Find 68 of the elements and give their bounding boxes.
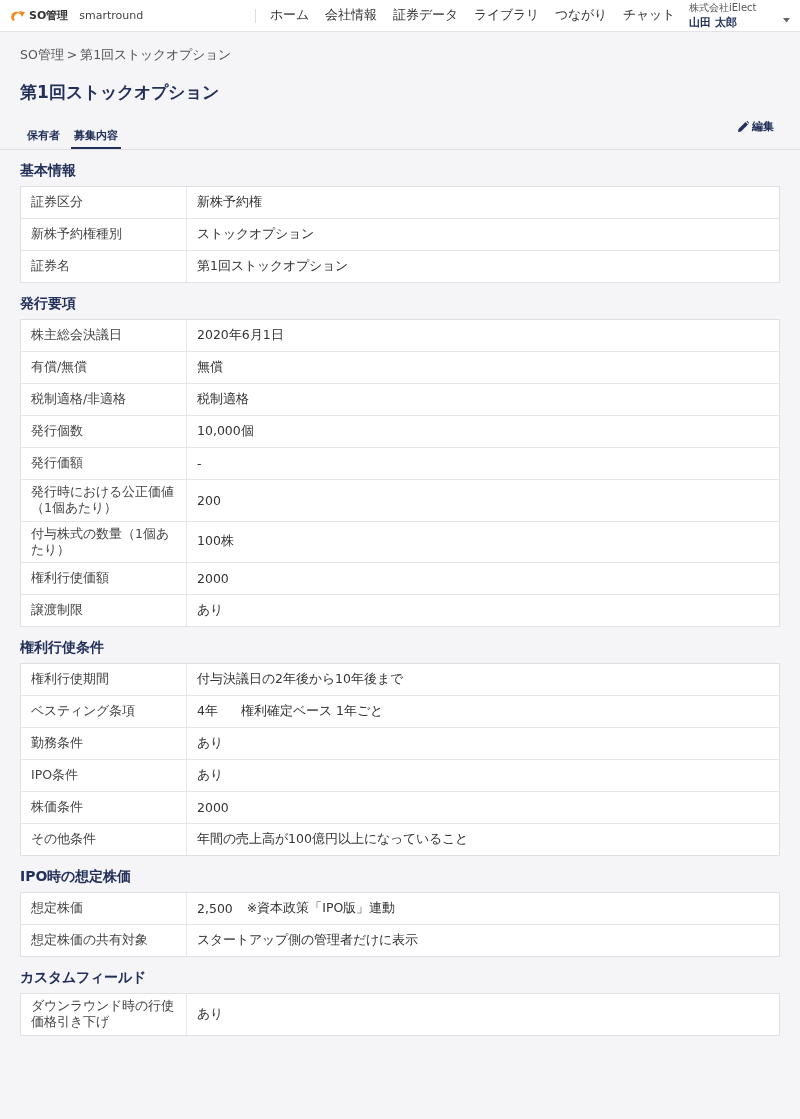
field-value: 年間の売上高が100億円以上になっていること (197, 831, 468, 848)
field-label: 譲渡制限 (21, 595, 187, 626)
field-label: 発行価額 (21, 448, 187, 479)
field-value: あり (197, 735, 224, 752)
field-value: 新株予約権 (197, 194, 262, 211)
page-title: 第1回ストックオプション (20, 81, 220, 104)
field-label: 証券名 (21, 251, 187, 282)
section-heading: 基本情報 (20, 162, 77, 180)
field-label: 有償/無償 (21, 352, 187, 383)
nav-link[interactable]: 会社情報 (317, 7, 385, 24)
field-value: あり (197, 1005, 224, 1023)
field-value: あり (197, 602, 224, 619)
field-value: 2020年6月1日 (197, 327, 284, 344)
field-value: 4年 (197, 703, 219, 720)
nav-link[interactable]: チャット (615, 7, 683, 24)
breadcrumb-item[interactable]: SO管理 (20, 47, 64, 64)
field-label: 税制適格/非適格 (21, 384, 187, 415)
brand-name: smartround (79, 9, 144, 22)
product-name: SO管理 (29, 8, 69, 23)
section-heading: 発行要項 (20, 295, 77, 313)
field-label: 証券区分 (21, 187, 187, 218)
field-value: 2000 (197, 571, 229, 586)
field-value: 権利確定ベース 1年ごと (241, 703, 383, 720)
field-label: 株価条件 (21, 792, 187, 823)
field-label: 権利行使価額 (21, 563, 187, 594)
field-label: ダウンラウンド時の行使価格引き下げ (21, 994, 187, 1035)
section-heading: 権利行使条件 (20, 639, 105, 657)
edit-button[interactable]: 編集 (732, 118, 780, 135)
field-label: 権利行使期間 (21, 664, 187, 695)
field-value: 第1回ストックオプション (197, 258, 348, 275)
field-label: 付与株式の数量（1個あたり） (21, 521, 187, 562)
logo-icon (10, 8, 26, 23)
field-label: その他条件 (21, 824, 187, 855)
breadcrumb-item: 第1回ストックオプション (80, 47, 232, 64)
field-label: 勤務条件 (21, 728, 187, 759)
field-value: 2,500 (197, 901, 233, 916)
nav-link[interactable]: つながり (547, 7, 615, 24)
field-value: ※資本政策「IPO版」連動 (246, 900, 396, 917)
field-value: 税制適格 (197, 391, 249, 408)
caret-icon[interactable] (783, 18, 790, 23)
field-value: あり (197, 767, 224, 784)
nav-link[interactable]: 証券データ (385, 7, 466, 24)
field-value: ストックオプション (197, 226, 314, 243)
field-label: 株主総会決議日 (21, 320, 187, 351)
field-value: 無償 (197, 359, 224, 376)
field-label: ベスティング条項 (21, 696, 187, 727)
field-value: - (197, 456, 203, 471)
field-label: 発行個数 (21, 416, 187, 447)
user-name[interactable]: 山田 太郎 (689, 15, 779, 30)
field-value: スタートアップ側の管理者だけに表示 (197, 932, 418, 949)
pencil-icon (738, 121, 749, 132)
field-label: IPO条件 (21, 760, 187, 791)
field-label: 発行時における公正価値（1個あたり） (21, 480, 187, 521)
section-heading: IPO時の想定株価 (20, 868, 133, 886)
field-value: 2000 (197, 800, 229, 815)
nav-link[interactable]: ホーム (262, 7, 317, 24)
breadcrumb-separator: > (66, 47, 78, 64)
field-value: 100株 (197, 533, 234, 551)
company-name: 株式会社iElect (689, 1, 758, 15)
field-label: 新株予約権種別 (21, 219, 187, 250)
tab[interactable]: 保有者 (24, 128, 63, 149)
field-value: 付与決議日の2年後から10年後まで (197, 671, 403, 688)
field-value: 200 (197, 492, 222, 508)
nav-link[interactable]: ライブラリ (466, 7, 547, 24)
field-label: 想定株価 (21, 893, 187, 924)
field-value: 10,000個 (197, 423, 254, 440)
field-label: 想定株価の共有対象 (21, 925, 187, 956)
section-heading: カスタムフィールド (20, 969, 147, 987)
